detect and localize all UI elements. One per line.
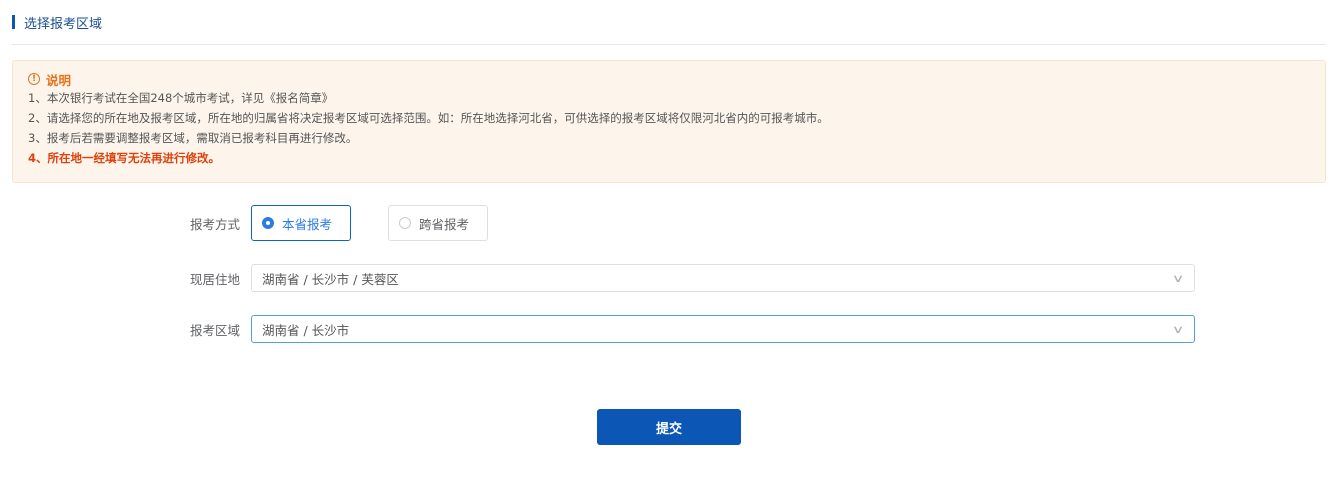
section-accent-bar [12,15,15,29]
radio-checked-icon [262,217,274,229]
section-title: 选择报考区域 [24,16,103,32]
residence-row: 现居住地 湖南省 / 长沙市 / 芙蓉区 ∨ [190,264,1195,292]
radio-cross-province-label: 跨省报考 [419,216,470,232]
notice-box: ! 说明 1、本次银行考试在全国248个城市考试，详见《报名简章》 2、请选择您… [12,60,1326,183]
residence-label: 现居住地 [190,271,241,287]
notice-line-2: 2、请选择您的所在地及报考区域，所在地的归属省将决定报考区域可选择范围。如：所在… [28,111,829,125]
notice-line-3: 3、报考后若需要调整报考区域，需取消已报考科目再进行修改。 [28,131,358,145]
notice-title: 说明 [46,72,72,88]
radio-unchecked-icon [399,217,411,229]
region-row: 报考区域 湖南省 / 长沙市 ∨ [190,315,1195,343]
warning-circle-icon: ! [28,73,40,85]
notice-line-1: 1、本次银行考试在全国248个城市考试，详见《报名简章》 [28,91,334,105]
radio-cross-province[interactable]: 跨省报考 [388,205,488,241]
page: 选择报考区域 ! 说明 1、本次银行考试在全国248个城市考试，详见《报名简章》… [0,0,1339,479]
radio-same-province-label: 本省报考 [282,216,333,232]
residence-select[interactable]: 湖南省 / 长沙市 / 芙蓉区 ∨ [251,264,1195,292]
residence-value: 湖南省 / 长沙市 / 芙蓉区 [262,271,399,287]
region-select[interactable]: 湖南省 / 长沙市 ∨ [251,315,1195,343]
chevron-down-icon: ∨ [1171,322,1185,336]
chevron-down-icon: ∨ [1171,271,1185,285]
exam-mode-row: 报考方式 本省报考 跨省报考 [190,205,488,241]
notice-header: ! 说明 [28,70,1310,88]
submit-button[interactable]: 提交 [597,409,741,445]
exam-mode-label: 报考方式 [190,216,241,232]
region-label: 报考区域 [190,322,241,338]
notice-line-4: 4、所在地一经填写无法再进行修改。 [28,151,220,165]
radio-same-province[interactable]: 本省报考 [251,205,351,241]
section-header: 选择报考区域 [12,12,102,32]
divider [12,44,1326,45]
region-value: 湖南省 / 长沙市 [262,322,350,338]
